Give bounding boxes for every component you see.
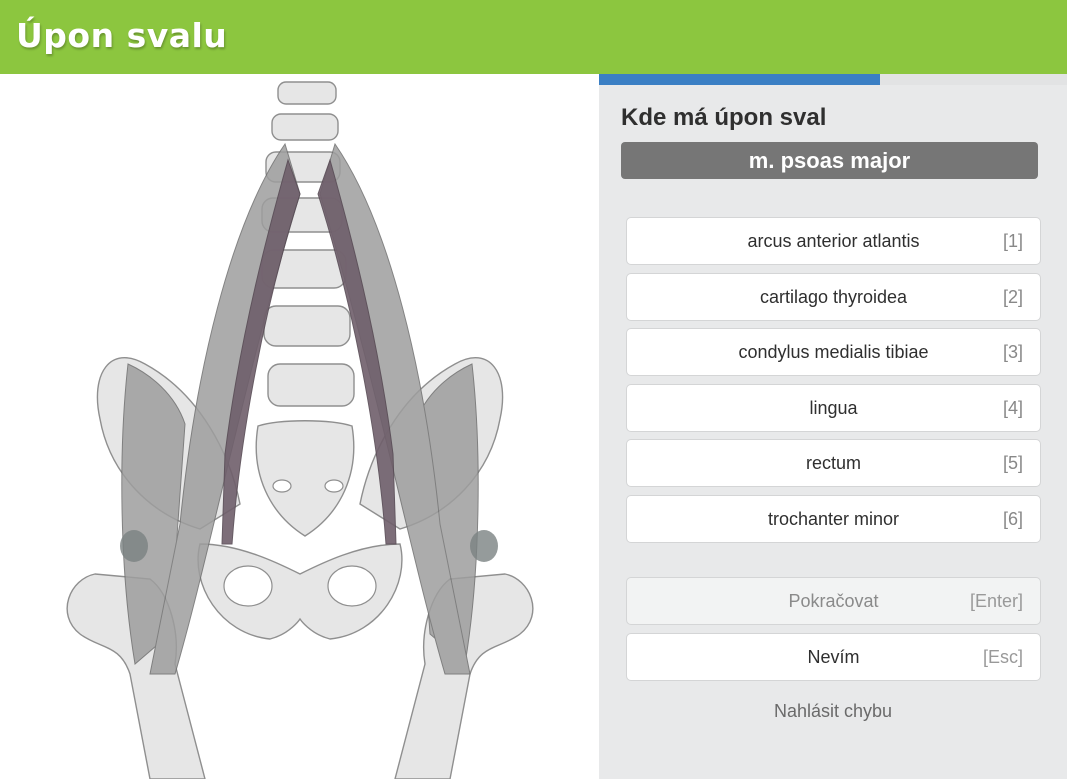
report-error-link[interactable]: Nahlásit chybu	[599, 701, 1067, 722]
left-hip-joint	[120, 530, 148, 562]
answer-option-label: condylus medialis tibiae	[738, 342, 929, 363]
answer-option-5[interactable]: rectum [5]	[626, 439, 1041, 488]
right-hip-joint	[470, 530, 498, 562]
answer-option-label: lingua	[809, 397, 858, 418]
dont-know-button[interactable]: Nevím [Esc]	[626, 633, 1041, 681]
answer-option-shortcut: [1]	[1002, 231, 1023, 251]
answer-option-4[interactable]: lingua [4]	[626, 383, 1041, 432]
answer-option-2[interactable]: cartilago thyroidea [2]	[626, 272, 1041, 321]
app-header: Úpon svalu	[0, 0, 1067, 74]
answer-option-shortcut: [3]	[1002, 342, 1023, 363]
vertebra	[277, 81, 337, 105]
answer-option-label: cartilago thyroidea	[759, 286, 908, 307]
answer-option-shortcut: [6]	[1002, 508, 1023, 529]
answer-option-shortcut: [4]	[1002, 397, 1023, 418]
quiz-panel: Kde má úpon sval m. psoas major arcus an…	[599, 74, 1067, 779]
anatomy-image	[0, 74, 599, 779]
progress-bar	[599, 74, 1067, 85]
answer-option-label: arcus anterior atlantis	[747, 231, 920, 251]
obturator-foramen	[223, 565, 273, 607]
app-title: Úpon svalu	[16, 16, 228, 55]
answer-option-label: trochanter minor	[767, 508, 900, 529]
obturator-foramen	[327, 565, 377, 607]
pelvis-illustration	[66, 81, 534, 779]
answer-options: arcus anterior atlantis [1] cartilago th…	[626, 217, 1043, 551]
answer-option-6[interactable]: trochanter minor [6]	[626, 494, 1041, 543]
answer-option-1[interactable]: arcus anterior atlantis [1]	[626, 217, 1041, 265]
answer-option-shortcut: [5]	[1002, 453, 1023, 474]
sacral-foramen	[324, 479, 344, 493]
question-label: Kde má úpon sval	[621, 104, 827, 131]
continue-button-shortcut: [Enter]	[969, 591, 1023, 611]
continue-button[interactable]: Pokračovat [Enter]	[626, 577, 1041, 625]
progress-bar-fill	[599, 74, 880, 85]
sacral-foramen	[272, 479, 292, 493]
vertebra	[263, 305, 351, 347]
vertebra	[271, 113, 339, 141]
answer-option-label: rectum	[805, 453, 861, 474]
vertebra	[267, 363, 355, 407]
dont-know-button-shortcut: [Esc]	[982, 647, 1023, 667]
dont-know-button-label: Nevím	[807, 647, 860, 667]
answer-option-3[interactable]: condylus medialis tibiae [3]	[626, 328, 1041, 377]
sacrum	[255, 420, 355, 537]
answer-option-shortcut: [2]	[1002, 286, 1023, 307]
muscle-term: m. psoas major	[621, 142, 1038, 179]
